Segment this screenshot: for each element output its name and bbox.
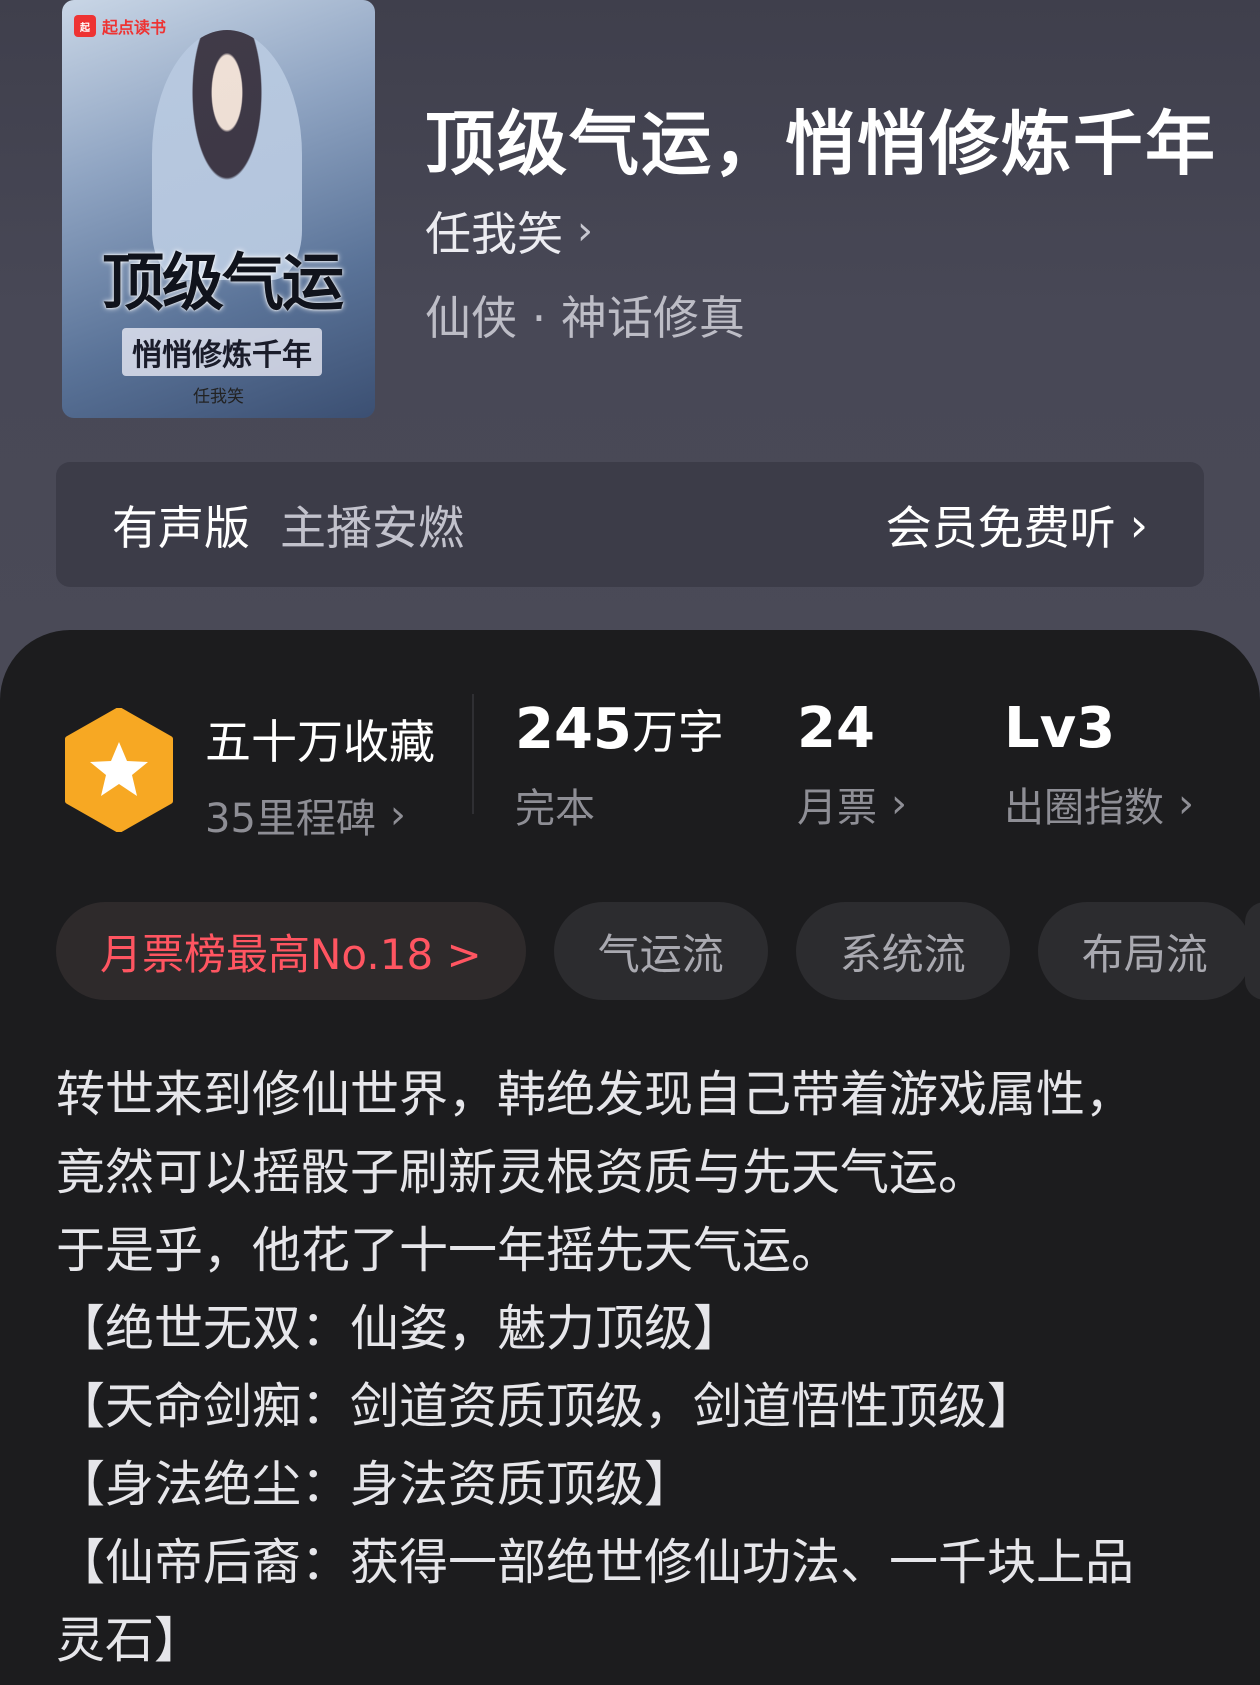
collection-milestone: 35里程碑: [205, 796, 376, 842]
free-listen-button[interactable]: 会员免费听 ›: [886, 492, 1148, 558]
tag-row: 月票榜最高No.18 > 气运流 系统流 布局流: [56, 902, 1252, 1000]
chevron-right-icon: ›: [577, 208, 593, 254]
synopsis-line: 于是乎，他花了十一年摇先天气运。: [56, 1222, 841, 1279]
chevron-right-icon: ›: [1129, 497, 1148, 552]
word-count-unit: 万字: [631, 705, 724, 759]
synopsis[interactable]: 转世来到修仙世界，韩绝发现自己带着游戏属性， 竟然可以摇骰子刷新灵根资质与先天气…: [56, 1056, 1216, 1680]
chevron-right-icon: ›: [891, 781, 907, 827]
author-name: 任我笑: [425, 207, 563, 261]
monthly-votes-stat[interactable]: 24 月票 ›: [797, 696, 907, 833]
book-title: 顶级气运，悄悄修炼千年: [425, 103, 1217, 185]
monthly-votes-label: 月票: [797, 785, 877, 831]
chevron-right-icon: ›: [389, 792, 406, 838]
tag-item[interactable]: 布局流: [1037, 902, 1252, 1000]
tag-item[interactable]: 气运流: [553, 902, 768, 1000]
book-genre: 仙侠 · 神话修真: [425, 291, 745, 345]
star-badge-icon: [65, 708, 173, 832]
stats-divider: [472, 694, 474, 814]
synopsis-line: 【天命剑痴：剑道资质顶级，剑道悟性顶级】: [56, 1378, 1037, 1435]
audio-host: 主播安燃: [280, 500, 464, 555]
synopsis-line: 【绝世无双：仙姿，魅力顶级】: [56, 1300, 743, 1357]
tag-item-partial[interactable]: [1245, 902, 1260, 1000]
synopsis-line: 竟然可以摇骰子刷新灵根资质与先天气运。: [56, 1144, 988, 1201]
cover-author: 任我笑: [193, 387, 244, 407]
word-count-stat: 245万字 完本: [515, 696, 724, 834]
synopsis-line: 灵石】: [56, 1612, 204, 1669]
collection-stat[interactable]: 五十万收藏 35里程碑 ›: [205, 706, 435, 844]
influence-label: 出圈指数: [1004, 785, 1164, 831]
chevron-right-icon: ›: [1178, 781, 1194, 827]
tag-rank[interactable]: 月票榜最高No.18 >: [56, 902, 526, 1000]
cover-brand: 起 起点读书: [74, 14, 166, 38]
cover-title-line1: 顶级气运: [101, 246, 344, 319]
completion-status: 完本: [515, 786, 595, 832]
synopsis-line: 转世来到修仙世界，韩绝发现自己带着游戏属性，: [56, 1066, 1135, 1123]
influence-index-stat[interactable]: Lv3 出圈指数 ›: [1004, 696, 1194, 833]
tag-item[interactable]: 系统流: [795, 902, 1010, 1000]
influence-value: Lv3: [1004, 696, 1116, 761]
collection-title: 五十万收藏: [205, 715, 435, 769]
book-cover[interactable]: 起 起点读书 顶级气运 悄悄修炼千年 任我笑: [62, 0, 375, 418]
audio-version-bar[interactable]: 有声版 主播安燃 会员免费听 ›: [56, 462, 1204, 587]
audio-label: 有声版: [112, 500, 250, 555]
free-listen-label: 会员免费听: [885, 500, 1116, 555]
synopsis-line: 【仙帝后裔：获得一部绝世修仙功法、一千块上品: [56, 1534, 1135, 1591]
monthly-votes-value: 24: [797, 696, 875, 761]
synopsis-line: 【身法绝尘：身法资质顶级】: [56, 1456, 694, 1513]
author-link[interactable]: 任我笑 ›: [425, 198, 593, 264]
brand-logo-icon: 起: [74, 15, 96, 37]
cover-brand-text: 起点读书: [102, 18, 167, 37]
cover-title-line2: 悄悄修炼千年: [122, 328, 322, 376]
word-count-value: 245: [515, 697, 632, 762]
